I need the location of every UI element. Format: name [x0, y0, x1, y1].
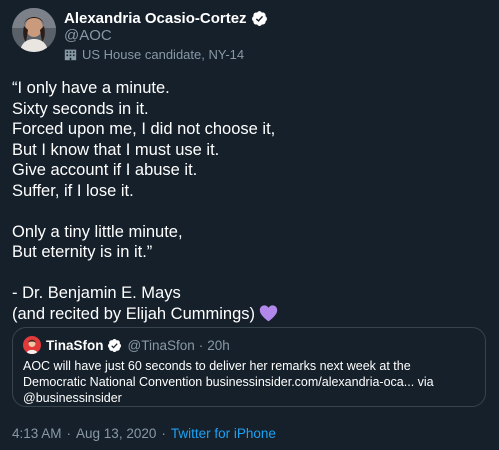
tweet-date[interactable]: Aug 13, 2020: [76, 426, 156, 441]
separator-dot: ·: [66, 426, 72, 441]
tweet-line: Sixty seconds in it.: [12, 99, 149, 118]
tweet-line: But eternity is in it.”: [12, 243, 153, 261]
author-label: US House candidate, NY-14: [64, 47, 244, 62]
quoted-author-name[interactable]: TinaSfon: [46, 338, 104, 353]
quoted-tweet-text: AOC will have just 60 seconds to deliver…: [23, 358, 478, 406]
tweet-line-last: (and recited by Elijah Cummings): [12, 304, 482, 325]
tweet[interactable]: Alexandria Ocasio-Cortez @AOC US House c…: [0, 0, 499, 450]
avatar[interactable]: [12, 8, 56, 52]
tweet-line: Forced upon me, I did not choose it,: [12, 120, 276, 138]
tweet-line: - Dr. Benjamin E. Mays: [12, 284, 181, 302]
quoted-avatar[interactable]: [23, 336, 41, 354]
purple-heart-icon: [259, 304, 278, 321]
tweet-source-link[interactable]: Twitter for iPhone: [171, 426, 276, 441]
quoted-timestamp[interactable]: 20h: [207, 338, 230, 353]
tweet-line-text: (and recited by Elijah Cummings): [12, 304, 256, 323]
tweet-meta: 4:13 AM · Aug 13, 2020 · Twitter for iPh…: [12, 426, 276, 441]
tweet-line: “I only have a minute.: [12, 79, 170, 97]
quoted-line: AOC will have just 60 seconds to deliver…: [23, 359, 411, 373]
tweet-line: Give account if I abuse it.: [12, 161, 198, 179]
tweet-line: Only a tiny little minute,: [12, 222, 183, 241]
avatar-image: [12, 8, 56, 52]
author-name[interactable]: Alexandria Ocasio-Cortez: [64, 10, 247, 27]
building-icon: [64, 49, 77, 61]
separator-dot: ·: [198, 337, 204, 353]
quoted-author-handle[interactable]: @TinaSfon: [128, 338, 195, 353]
tweet-time[interactable]: 4:13 AM: [12, 426, 62, 441]
tweet-line: Suffer, if I lose it.: [12, 181, 134, 200]
verified-badge-icon: [107, 338, 121, 352]
quoted-line: @businessinsider: [23, 391, 122, 405]
author-label-text: US House candidate, NY-14: [82, 47, 245, 62]
quoted-tweet[interactable]: TinaSfon @TinaSfon · 20h AOC will have j…: [12, 327, 486, 407]
verified-badge-icon: [251, 10, 267, 26]
quoted-line: Democratic National Convention businessi…: [23, 375, 434, 389]
author-handle[interactable]: @AOC: [64, 27, 112, 44]
tweet-text: “I only have a minute. Sixty seconds in …: [12, 78, 482, 324]
quoted-avatar-image: [23, 336, 41, 354]
tweet-line: But I know that I must use it.: [12, 140, 220, 159]
separator-dot: ·: [161, 426, 166, 441]
